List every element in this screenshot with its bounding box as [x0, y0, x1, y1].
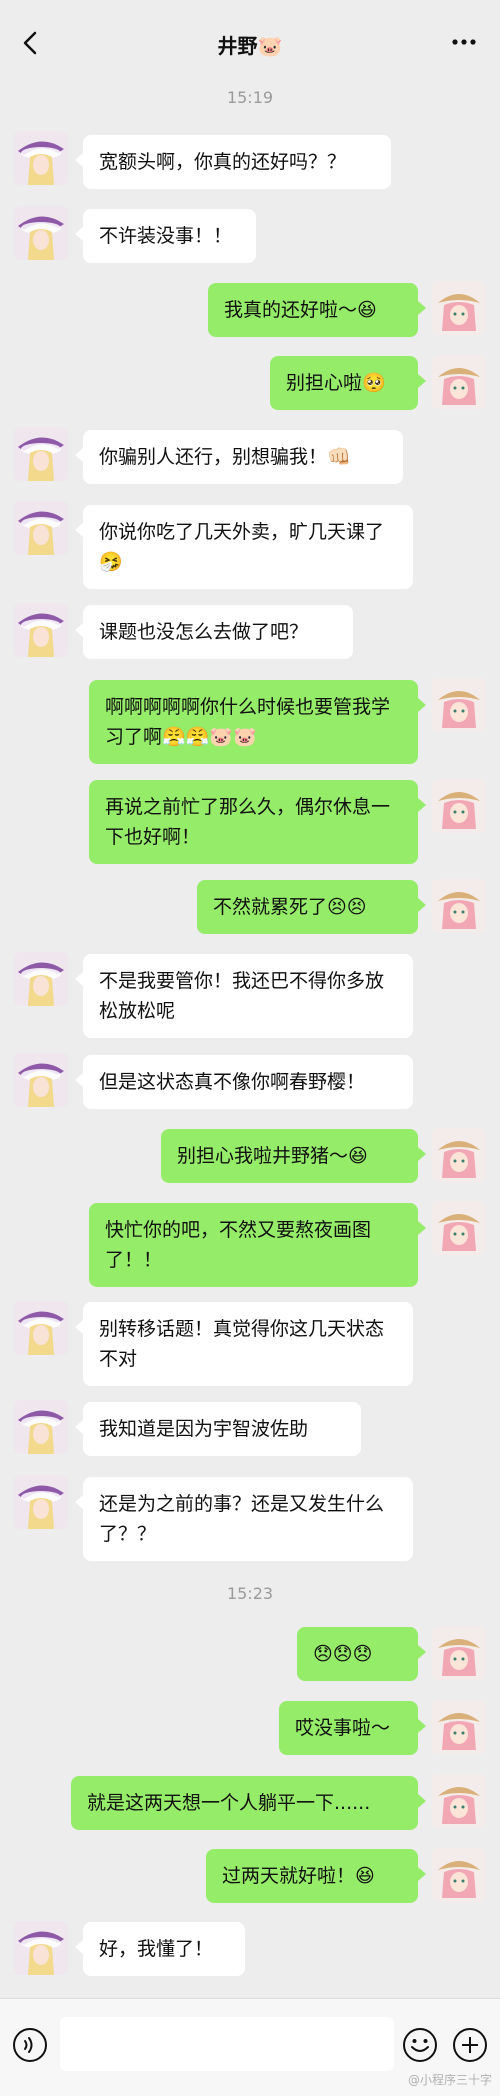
- message-bubble[interactable]: 我知道是因为宇智波佐助: [75, 1402, 361, 1456]
- voice-icon[interactable]: [12, 2027, 48, 2063]
- message-bubble[interactable]: 还是为之前的事？还是又发生什么了？？: [75, 1477, 413, 1561]
- message-bubble[interactable]: 过两天就好啦！😆: [206, 1849, 426, 1903]
- message-bubble[interactable]: 课题也没怎么去做了吧？: [75, 605, 353, 659]
- message-bubble[interactable]: 我真的还好啦～😆: [208, 283, 426, 337]
- message-bubble[interactable]: 再说之前忙了那么久，偶尔休息一下也好啊！: [89, 780, 426, 864]
- timestamp: 15:19: [226, 88, 274, 107]
- timestamp: 15:23: [226, 1584, 274, 1603]
- emoji-icon[interactable]: [402, 2027, 438, 2063]
- message-bubble[interactable]: 不是我要管你！我还巴不得你多放松放松呢: [75, 954, 413, 1038]
- avatar[interactable]: [432, 1128, 486, 1182]
- watermark: @小程序三十字: [407, 2073, 492, 2087]
- message-bubble[interactable]: 宽额头啊，你真的还好吗？？: [75, 135, 391, 189]
- message-bubble[interactable]: 哎没事啦～: [279, 1701, 426, 1755]
- message-input[interactable]: [60, 2017, 394, 2071]
- avatar[interactable]: [14, 501, 68, 555]
- avatar[interactable]: [14, 131, 68, 185]
- avatar[interactable]: [432, 281, 486, 335]
- avatar[interactable]: [14, 1475, 68, 1529]
- message-bubble[interactable]: 别转移话题！真觉得你这几天状态不对: [75, 1302, 413, 1386]
- message-bubble[interactable]: 快忙你的吧，不然又要熬夜画图了！！: [89, 1203, 426, 1287]
- avatar[interactable]: [14, 1921, 68, 1975]
- message-bubble[interactable]: 但是这状态真不像你啊春野樱！: [75, 1055, 413, 1109]
- avatar[interactable]: [14, 1301, 68, 1355]
- avatar[interactable]: [14, 603, 68, 657]
- chat-header: 井野🐷: [0, 0, 500, 88]
- message-bubble[interactable]: 不然就累死了😣😣: [197, 880, 426, 934]
- message-bubble[interactable]: 😞😞😞: [297, 1627, 426, 1681]
- avatar[interactable]: [432, 1700, 486, 1754]
- message-bubble[interactable]: 就是这两天想一个人躺平一下......: [71, 1776, 426, 1830]
- avatar[interactable]: [432, 355, 486, 409]
- message-bubble[interactable]: 不许装没事！！: [75, 209, 256, 263]
- avatar[interactable]: [432, 879, 486, 933]
- message-bubble[interactable]: 好，我懂了！: [75, 1922, 245, 1976]
- avatar[interactable]: [14, 206, 68, 260]
- avatar[interactable]: [14, 1400, 68, 1454]
- more-dots-icon[interactable]: [450, 32, 478, 52]
- avatar[interactable]: [432, 779, 486, 833]
- plus-icon[interactable]: [452, 2027, 488, 2063]
- message-bubble[interactable]: 你说你吃了几天外卖，旷几天课了🤧: [75, 505, 413, 589]
- avatar[interactable]: [432, 1626, 486, 1680]
- avatar[interactable]: [432, 1201, 486, 1255]
- avatar[interactable]: [14, 427, 68, 481]
- avatar[interactable]: [14, 952, 68, 1006]
- message-bubble[interactable]: 别担心我啦井野猪～😆: [161, 1129, 426, 1183]
- avatar[interactable]: [14, 1053, 68, 1107]
- message-bubble[interactable]: 你骗别人还行，别想骗我！👊🏻: [75, 430, 403, 484]
- avatar[interactable]: [432, 678, 486, 732]
- avatar[interactable]: [432, 1774, 486, 1828]
- message-bubble[interactable]: 啊啊啊啊啊你什么时候也要管我学习了啊😤😤🐷🐷: [89, 680, 426, 764]
- avatar[interactable]: [432, 1848, 486, 1902]
- message-bubble[interactable]: 别担心啦🥺: [270, 356, 426, 410]
- chat-title: 井野🐷: [217, 34, 283, 58]
